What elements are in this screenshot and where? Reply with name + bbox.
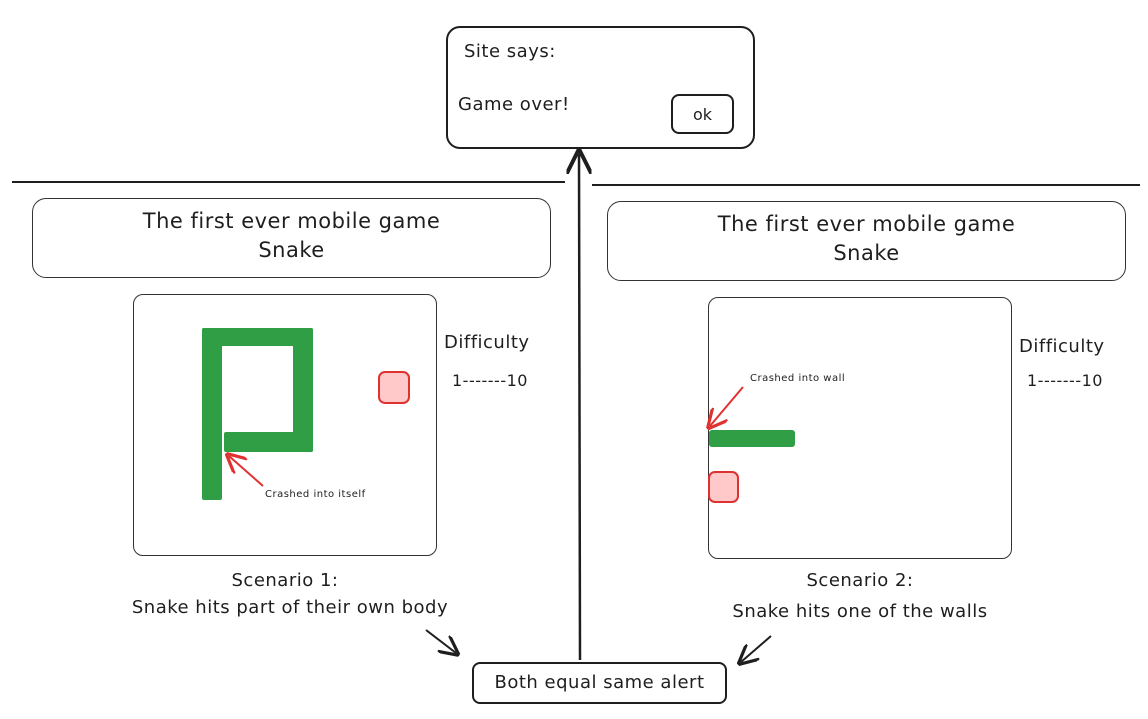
annotation-arrow-1: [229, 456, 264, 487]
snake-2: [709, 430, 795, 447]
arrow-scenario-2-to-result: [741, 635, 772, 662]
diagram-graphics: [202, 0, 795, 719]
food-2: [708, 471, 739, 503]
arrow-scenario-1-to-result: [425, 629, 456, 653]
arrow-result-to-alert: [579, 154, 580, 661]
snake-1: [202, 328, 313, 500]
food-1: [378, 371, 410, 404]
annotation-arrow-2: [710, 386, 744, 426]
